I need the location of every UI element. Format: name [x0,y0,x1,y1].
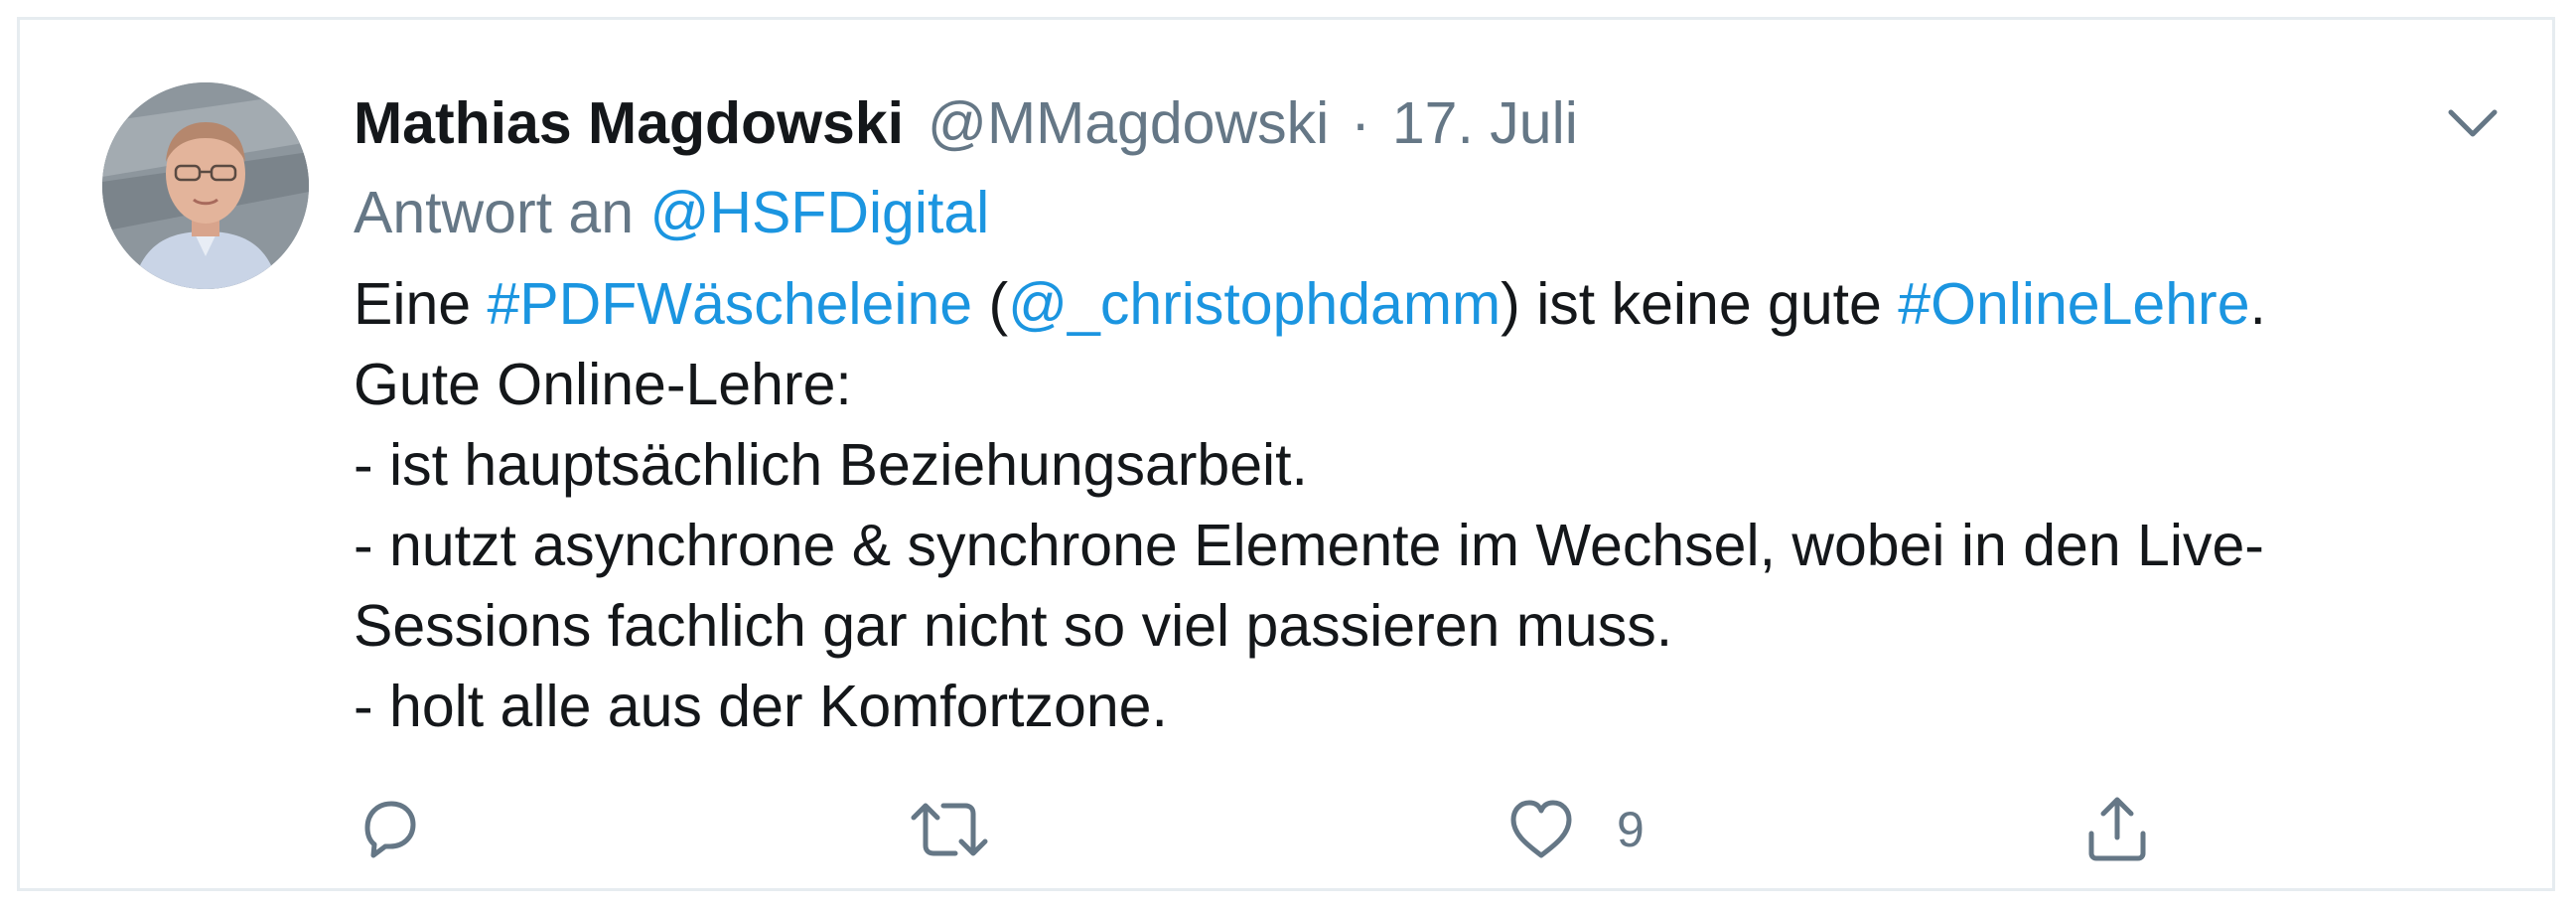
hashtag-link-onlinelehre[interactable]: #OnlineLehre [1898,271,2249,337]
like-button[interactable]: 9 [1505,785,1645,874]
tweet-line-2: Gute Online-Lehre: [354,352,852,417]
text-segment: ( [972,271,1009,337]
dot-separator: · [1351,90,1370,156]
reply-to-link[interactable]: @HSFDigital [649,180,989,245]
mention-link-christophdamm[interactable]: @_christophdamm [1008,271,1501,337]
tweet-menu-button[interactable] [2437,87,2508,159]
chevron-down-icon [2448,109,2498,137]
tweet-text: Eine #PDFWäscheleine (@_christophdamm) i… [354,264,2518,747]
user-handle[interactable]: @MMagdowski [928,87,1329,159]
like-count: 9 [1617,802,1645,857]
text-segment: . [2249,271,2266,337]
tweet-line-1: Eine #PDFWäscheleine (@_christophdamm) i… [354,264,2518,345]
hashtag-link-pdfwaescheleine[interactable]: #PDFWäscheleine [487,271,972,337]
reply-prefix: Antwort an [354,180,650,245]
heart-icon [1510,800,1572,858]
tweet-line-6: - holt alle aus der Komfortzone. [354,674,1168,739]
tweet-line-4: - nutzt asynchrone & synchrone Elemente … [354,513,2264,578]
avatar-photo [102,82,309,289]
share-icon [2088,797,2146,861]
retweet-button[interactable] [910,785,989,874]
retweet-icon [911,803,988,856]
text-segment: Eine [354,271,488,337]
reply-button[interactable] [354,785,425,874]
tweet-line-5: Sessions fachlich gar nicht so viel pass… [354,593,1673,659]
tweet-actions: 9 [354,785,2240,874]
tweet-line-3: - ist hauptsächlich Beziehungsarbeit. [354,432,1308,498]
avatar[interactable] [102,82,309,289]
tweet-header: Mathias Magdowski @MMagdowski · 17. Juli [354,87,1578,159]
text-segment: ) ist keine gute [1501,271,1899,337]
reply-context: Antwort an @HSFDigital [354,177,989,248]
share-button[interactable] [2081,785,2153,874]
reply-icon [364,801,416,858]
tweet-card[interactable]: Mathias Magdowski @MMagdowski · 17. Juli… [17,17,2555,891]
timestamp-link[interactable]: 17. Juli [1392,87,1578,159]
display-name[interactable]: Mathias Magdowski [354,87,904,159]
